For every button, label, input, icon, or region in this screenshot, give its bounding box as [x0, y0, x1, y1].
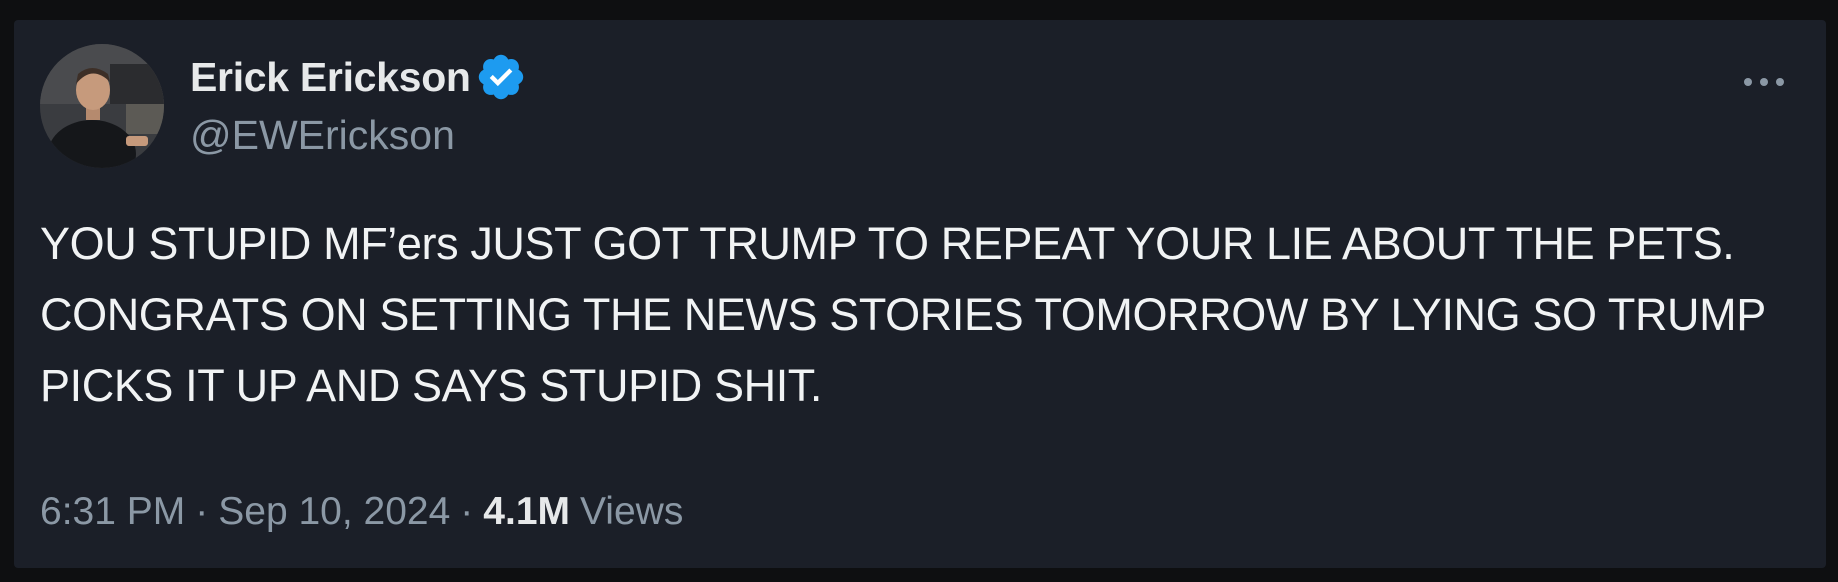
avatar[interactable] — [40, 44, 164, 168]
avatar-image — [40, 44, 164, 168]
views-count: 4.1M — [483, 490, 570, 533]
verified-badge-icon[interactable] — [475, 51, 527, 103]
meta-separator: · — [460, 490, 474, 533]
more-options-button[interactable] — [1734, 62, 1794, 102]
author-name-row: Erick Erickson — [190, 50, 527, 104]
tweet-time[interactable]: 6:31 PM — [40, 490, 185, 534]
tweet-card: Erick Erickson @EWErickson YOU STUPID MF… — [14, 20, 1826, 568]
more-horizontal-icon — [1744, 78, 1784, 86]
meta-separator: · — [195, 490, 209, 533]
author-name[interactable]: Erick Erickson — [190, 54, 471, 101]
tweet-date[interactable]: Sep 10, 2024 — [218, 490, 450, 534]
tweet-text: YOU STUPID MF’ers JUST GOT TRUMP TO REPE… — [40, 218, 1778, 411]
author-handle[interactable]: @EWErickson — [190, 112, 455, 159]
tweet-metadata: 6:31 PM · Sep 10, 2024 · 4.1M Views — [40, 490, 683, 534]
views-label: Views — [580, 490, 684, 533]
